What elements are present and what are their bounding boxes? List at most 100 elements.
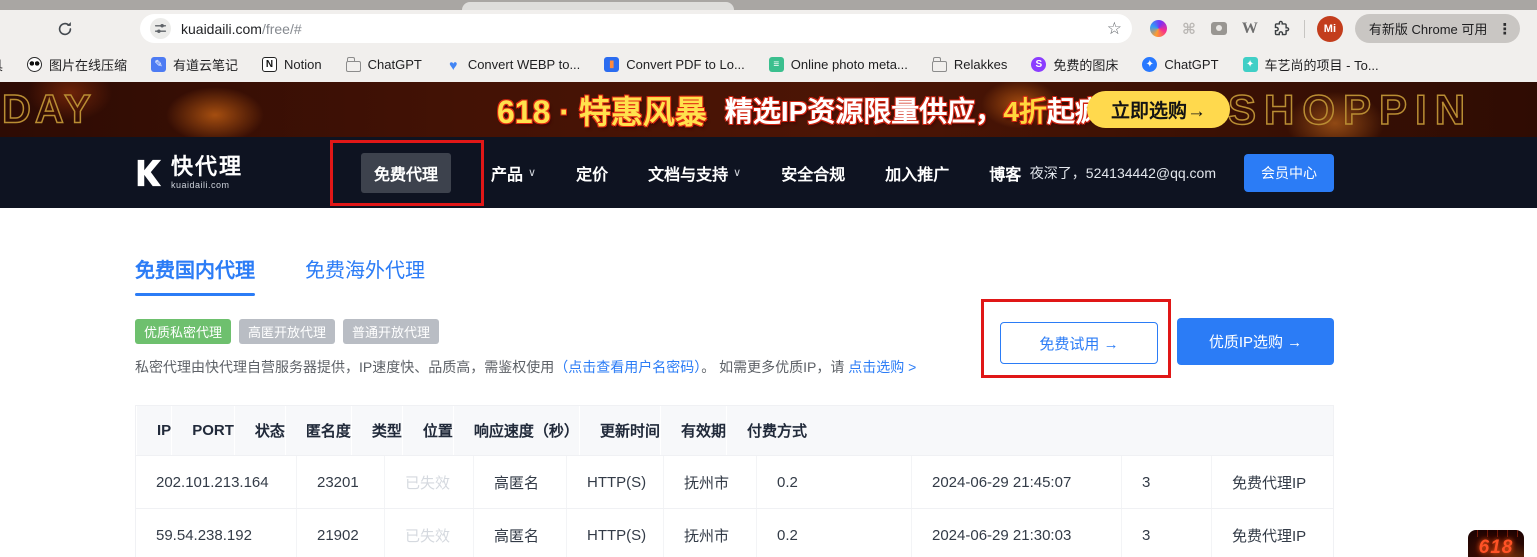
pdf-convert-icon: ▮ [604, 57, 619, 72]
info-row: 优质私密代理 高匿开放代理 普通开放代理 私密代理由快代理自营服务器提供，IP速… [135, 319, 1334, 385]
menu-kebab-icon[interactable]: ⋮ [1497, 20, 1512, 38]
bookmarks-bar: 具 图片在线压缩 ✎有道云笔记 NNotion ChatGPT ♥Convert… [0, 47, 1537, 82]
reload-button[interactable] [54, 18, 76, 40]
chevron-down-icon: ∨ [528, 166, 536, 179]
banner-headline: 618 · 特惠风暴 精选IP资源限量供应，4折起疯抢中! [497, 82, 1168, 137]
view-credentials-link[interactable]: （点击查看用户名密码） [554, 359, 701, 375]
member-center-button[interactable]: 会员中心 [1244, 154, 1334, 192]
youdao-note-icon: ✎ [151, 57, 166, 72]
url-domain: kuaidaili.com [181, 21, 262, 37]
banner-title: 618 · 特惠风暴 [497, 87, 707, 133]
bookmark-item[interactable]: ✦车艺尚的项目 - To... [1243, 55, 1379, 74]
nav-item-docs[interactable]: 文档与支持∨ [648, 161, 741, 185]
table-header-cell: 有效期 [660, 406, 726, 455]
bookmark-item[interactable]: 具 [0, 55, 3, 74]
bookmark-item[interactable]: 图片在线压缩 [27, 55, 127, 74]
logo-text: 快代理 [171, 156, 243, 178]
cell-updated: 2024-06-29 21:30:03 [911, 509, 1121, 557]
cell-port: 23201 [296, 456, 384, 508]
chrome-update-button[interactable]: 有新版 Chrome 可用 ⋮ [1355, 14, 1520, 43]
cell-type: HTTP(S) [566, 456, 663, 508]
nav-item-products[interactable]: 产品∨ [491, 161, 536, 185]
cell-type: HTTP(S) [566, 509, 663, 557]
bookmark-item[interactable]: NNotion [262, 57, 322, 72]
banner-shopping-text: SHOPPIN [1228, 86, 1473, 134]
cell-location: 抚州市 [663, 509, 756, 557]
tab-strip[interactable] [0, 0, 1537, 10]
bookmark-star-icon[interactable]: ☆ [1107, 19, 1122, 39]
command-extension-icon[interactable]: ⌘ [1182, 20, 1196, 38]
bookmark-item[interactable]: ♥Convert WEBP to... [446, 57, 580, 72]
table-header-cell: 付费方式 [726, 406, 807, 455]
panda-icon [27, 57, 42, 72]
trial-button-wrap: 免费试用 → [1000, 322, 1158, 364]
site-nav: 快代理 kuaidaili.com 免费代理 产品∨ 定价 文档与支持∨ 安全合… [0, 137, 1537, 208]
table-row: 202.101.213.164 23201 已失效 高匿名 HTTP(S) 抚州… [136, 455, 1333, 508]
notion-icon: N [262, 57, 277, 72]
extensions-puzzle-icon[interactable] [1273, 20, 1290, 37]
table-row: 59.54.238.192 21902 已失效 高匿名 HTTP(S) 抚州市 … [136, 508, 1333, 557]
active-tab[interactable] [462, 2, 734, 10]
free-trial-button[interactable]: 免费试用 → [1000, 322, 1158, 364]
cell-payment: 免费代理IP [1211, 456, 1333, 508]
site-settings-icon[interactable] [150, 18, 171, 39]
brain-extension-icon[interactable] [1150, 20, 1167, 37]
bookmark-item[interactable]: ✦ChatGPT [1142, 57, 1218, 72]
url-text[interactable]: kuaidaili.com/free/# [181, 21, 302, 37]
bookmark-item[interactable]: ✎有道云笔记 [151, 55, 238, 74]
nav-item-free-proxy[interactable]: 免费代理 [361, 153, 451, 193]
chatgpt-icon: ✦ [1142, 57, 1157, 72]
banner-cta-button[interactable]: 立即选购→ [1087, 91, 1230, 128]
cell-ip: 202.101.213.164 [136, 456, 296, 508]
premium-ip-button[interactable]: 优质IP选购 → [1177, 318, 1334, 365]
banner-discount: 4折 [1003, 96, 1047, 127]
table-header-cell: PORT [171, 406, 234, 455]
user-greeting: 夜深了，524134442@qq.com [1030, 163, 1216, 183]
url-path: /free/# [262, 21, 302, 37]
tag-private-proxy[interactable]: 优质私密代理 [135, 319, 231, 344]
folder-icon [346, 61, 361, 72]
cell-payment: 免费代理IP [1211, 509, 1333, 557]
cell-updated: 2024-06-29 21:45:07 [911, 456, 1121, 508]
todo-project-icon: ✦ [1243, 57, 1258, 72]
camera-extension-icon[interactable] [1211, 22, 1227, 35]
table-header-cell: 状态 [234, 406, 285, 455]
url-bar[interactable]: kuaidaili.com/free/# ☆ [140, 14, 1132, 43]
cell-status: 已失效 [384, 456, 473, 508]
toolbar-divider [1304, 20, 1305, 38]
bookmark-item[interactable]: S免费的图床 [1031, 55, 1118, 74]
bookmark-item[interactable]: Relakkes [932, 57, 1007, 72]
tab-overseas-free[interactable]: 免费海外代理 [305, 254, 425, 296]
wikipedia-extension-icon[interactable]: W [1242, 20, 1258, 38]
banner-day-text: DAY [2, 87, 95, 132]
chevron-down-icon: ∨ [733, 166, 741, 179]
buy-link[interactable]: 点击选购 > [848, 359, 916, 375]
cell-speed: 0.2 [756, 509, 911, 557]
kuaidaili-logo-icon [133, 158, 163, 188]
promo-banner[interactable]: DAY 618 · 特惠风暴 精选IP资源限量供应，4折起疯抢中! 立即选购→ … [0, 82, 1537, 137]
nav-item-compliance[interactable]: 安全合规 [781, 161, 845, 185]
bookmark-item[interactable]: ChatGPT [346, 57, 422, 72]
table-body: 202.101.213.164 23201 已失效 高匿名 HTTP(S) 抚州… [136, 455, 1333, 557]
cell-anonymity: 高匿名 [473, 509, 566, 557]
tag-anonymous-open-proxy[interactable]: 高匿开放代理 [239, 319, 335, 344]
bookmark-item[interactable]: ≡Online photo meta... [769, 57, 908, 72]
kuaidaili-logo[interactable]: 快代理 kuaidaili.com [133, 156, 243, 190]
tab-domestic-free[interactable]: 免费国内代理 [135, 254, 255, 296]
cell-status: 已失效 [384, 509, 473, 557]
reload-icon [56, 20, 74, 38]
tag-normal-open-proxy[interactable]: 普通开放代理 [343, 319, 439, 344]
table-header-cell: 匿名度 [285, 406, 351, 455]
nav-item-pricing[interactable]: 定价 [576, 161, 608, 185]
main-content: 免费国内代理 免费海外代理 优质私密代理 高匿开放代理 普通开放代理 私密代理由… [135, 254, 1334, 557]
logo-subtext: kuaidaili.com [171, 180, 243, 190]
table-header-cell: 类型 [351, 406, 402, 455]
profile-avatar[interactable]: Mi [1317, 16, 1343, 42]
badge-618[interactable]: 618 [1468, 530, 1524, 557]
cell-location: 抚州市 [663, 456, 756, 508]
bookmark-item[interactable]: ▮Convert PDF to Lo... [604, 57, 745, 72]
proxy-tabs: 免费国内代理 免费海外代理 [135, 254, 1334, 296]
nav-item-blog[interactable]: 博客 [989, 161, 1021, 185]
nav-item-affiliate[interactable]: 加入推广 [885, 161, 949, 185]
cell-anonymity: 高匿名 [473, 456, 566, 508]
